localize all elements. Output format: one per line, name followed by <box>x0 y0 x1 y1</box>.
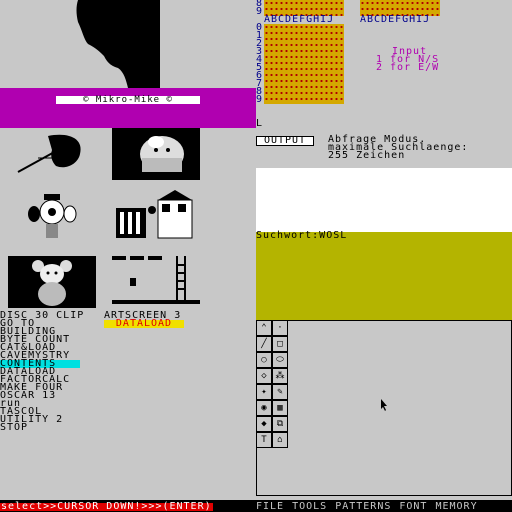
diagonal-tool-icon[interactable]: ╱ <box>256 336 272 352</box>
village-icon <box>116 190 193 239</box>
copy-tool-icon[interactable]: ⧉ <box>272 416 288 432</box>
grid-row-label: 9 <box>256 94 264 105</box>
input-prompt-option-2: 2 for E/W <box>376 62 440 73</box>
mouse-pointer-icon <box>381 399 387 411</box>
ellipse-tool-icon[interactable]: ⬭ <box>272 352 288 368</box>
line-tool-icon[interactable]: ⌃ <box>256 320 272 336</box>
grid-main[interactable] <box>264 24 344 104</box>
tool-palette: ⌃ · ╱ □ ○ ⬭ ◇ ⁂ ✦ ✎ ◉ ▦ ◆ ⧉ T ⌂ <box>256 320 288 448</box>
file-list-item[interactable]: STOP <box>0 423 28 433</box>
eraser-tool-icon[interactable]: ◆ <box>256 416 272 432</box>
ladder-scene-icon <box>112 256 200 304</box>
search-panel[interactable] <box>256 232 512 320</box>
creature-icon <box>28 194 77 238</box>
thumb-village[interactable] <box>112 188 200 240</box>
search-label[interactable]: Suchwort:WOSL <box>256 231 347 241</box>
menu-patterns[interactable]: PATTERNS <box>335 502 391 512</box>
output-button[interactable]: OUTPUT <box>256 136 314 146</box>
output-line-3: 255 Zeichen <box>328 150 406 161</box>
pen-tool-icon[interactable]: ✎ <box>272 384 288 400</box>
grid-col-header-a: ABCDEFGHIJ <box>264 14 335 25</box>
dot-tool-icon[interactable]: · <box>272 320 288 336</box>
title-banner <box>0 88 256 128</box>
menu-bar: FILE TOOLS PATTERNS FONT MEMORY <box>256 502 478 512</box>
fill-tool-icon[interactable]: ◉ <box>256 400 272 416</box>
menu-file[interactable]: FILE <box>256 502 284 512</box>
thumb-leaf[interactable] <box>8 128 96 176</box>
menu-tools[interactable]: TOOLS <box>292 502 327 512</box>
text-area[interactable] <box>256 168 512 232</box>
elephant-icon <box>140 136 184 172</box>
status-prompt: select>>CURSOR DOWN!>>>(ENTER) <box>0 501 213 512</box>
rectangle-tool-icon[interactable]: □ <box>272 336 288 352</box>
menu-font[interactable]: FONT <box>399 502 427 512</box>
mouse-character-icon <box>32 260 72 306</box>
thumb-ladder[interactable] <box>112 256 200 308</box>
menu-memory[interactable]: MEMORY <box>435 502 477 512</box>
file-list: GO TO BUILDING BYTE COUNT CAT&LOAD CAVEMYSTR… <box>0 319 110 433</box>
thumb-creature[interactable] <box>8 188 96 240</box>
home-tool-icon[interactable]: ⌂ <box>272 432 288 448</box>
grid-col-header-b: ABCDEFGHIJ <box>360 14 431 25</box>
silhouette-picture <box>0 0 256 88</box>
diamond-tool-icon[interactable]: ◇ <box>256 368 272 384</box>
pattern-tool-icon[interactable]: ▦ <box>272 400 288 416</box>
spray-tool-icon[interactable]: ⁂ <box>272 368 288 384</box>
brush-tool-icon[interactable]: ✦ <box>256 384 272 400</box>
selected-file-badge[interactable]: DATALOAD <box>104 319 184 329</box>
text-tool-icon[interactable]: T <box>256 432 272 448</box>
thumb-mouse[interactable] <box>8 256 96 308</box>
grid-top-row-9: 9 <box>256 6 264 17</box>
thumb-elephant[interactable] <box>112 128 200 180</box>
leaf-icon <box>17 134 81 173</box>
circle-tool-icon[interactable]: ○ <box>256 352 272 368</box>
head-silhouette-icon <box>76 0 160 88</box>
marker-label: L <box>256 118 264 129</box>
grid-row-labels: 0123456789 <box>256 23 264 105</box>
copyright-label: © Mikro-Mike © <box>56 96 200 105</box>
